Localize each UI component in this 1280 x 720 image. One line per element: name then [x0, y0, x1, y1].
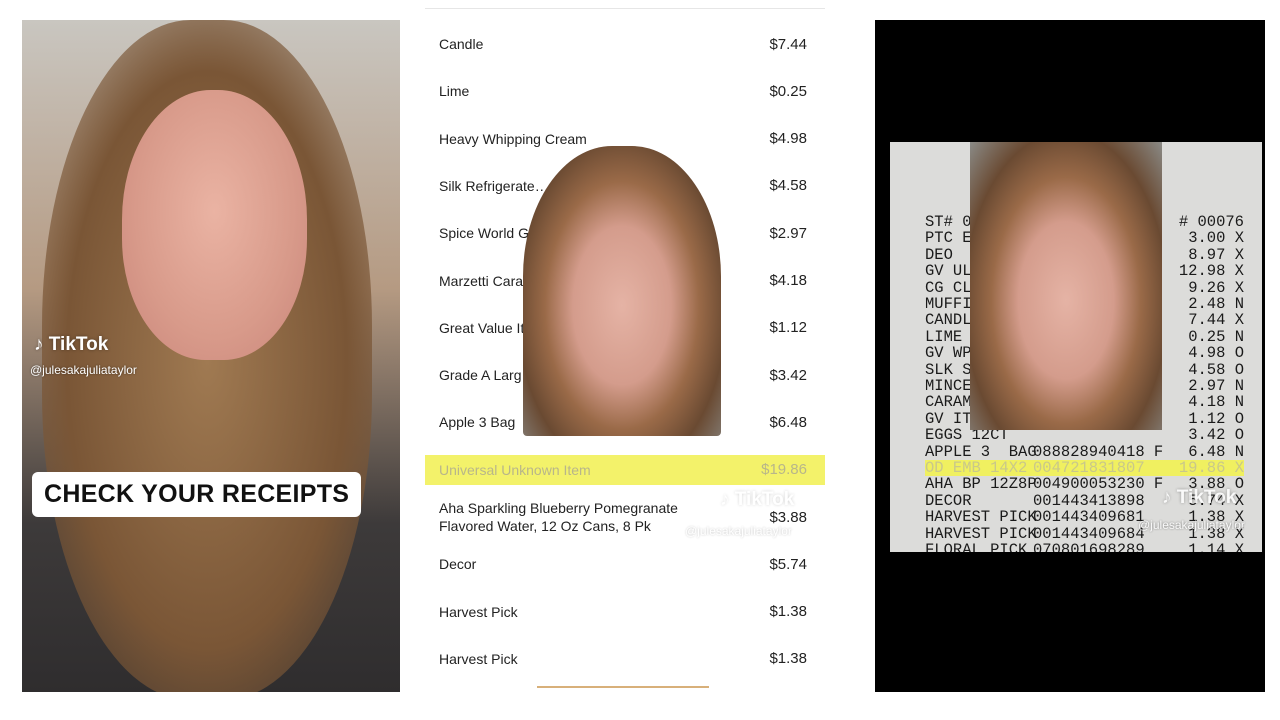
item-price: $0.25: [769, 82, 807, 100]
line-name: GV WP: [925, 344, 972, 363]
face-overlay: [523, 146, 721, 436]
item-price: $1.38: [769, 603, 807, 621]
line-price: 8.97 X: [1188, 245, 1244, 264]
tiktok-logo: ♪ TikTok: [34, 334, 109, 355]
item-price: $5.74: [769, 555, 807, 573]
line-name: DEO: [925, 245, 953, 264]
item-price: $3.88: [769, 508, 807, 526]
divider: [537, 686, 709, 688]
tiktok-logo: ♪ TikTok: [1162, 487, 1237, 508]
tiktok-label: TikTok: [1176, 487, 1237, 508]
paper-receipt: W ED ST# 00# 00076PTC EY3.00 XDEO8.97 XG…: [890, 142, 1262, 552]
username: @julesakajuliataylor: [30, 363, 137, 377]
line-code: 001443409681: [1033, 508, 1145, 527]
line-price: 1.14 X: [1188, 541, 1244, 552]
line-price: 19.86 X: [1178, 459, 1244, 477]
item-name: Aha Sparkling Blueberry Pomegranate Flav…: [439, 500, 678, 534]
receipt-item: Harvest Pick $1.38: [439, 597, 807, 627]
receipt-item: Lime $0.25: [439, 76, 807, 106]
receipt-line: APPLE 3 BAG 088828940418 F 6.48 N: [925, 444, 1244, 460]
line-name: OD EMB 14X2: [925, 459, 1028, 477]
item-name: Candle: [439, 36, 484, 52]
line-price: 9.26 X: [1188, 278, 1244, 297]
item-name: Great Value Ita: [439, 319, 533, 336]
receipt-line: FLORAL PICK 070801698289 1.14 X: [925, 542, 1244, 552]
receipt-item: Harvest Pick $1.38: [439, 644, 807, 674]
face: [122, 90, 307, 360]
line-price: 6.48 N: [1188, 442, 1244, 461]
line-name: SLK S: [925, 360, 972, 379]
item-name: Decor: [439, 556, 477, 573]
line-code: 004900053230 F: [1033, 475, 1164, 494]
line-name: AHA BP 12Z8P: [925, 475, 1037, 494]
line-code: 088828940418 F: [1033, 442, 1164, 461]
line-code: 070801698289: [1033, 541, 1145, 552]
receipt-line: OD EMB 14X2 004721831807 19.86 X: [925, 460, 1244, 476]
receipt-item: Universal Unknown Item $19.86: [425, 454, 825, 485]
line-price: 4.98 O: [1188, 344, 1244, 363]
line-price: # 00076: [1178, 213, 1244, 231]
line-code: 004721831807: [1033, 459, 1145, 477]
receipt-item: Decor $5.74: [439, 549, 807, 579]
receipt-app-list: Candle $7.44 Lime $0.25 Heavy Whipping Cream…: [425, 8, 825, 689]
line-name: HARVEST PICK: [925, 508, 1037, 527]
line-price: 1.12 O: [1188, 409, 1244, 428]
line-price: 7.44 X: [1188, 311, 1244, 330]
line-name: APPLE 3 BAG: [925, 442, 1037, 461]
line-price: 12.98 X: [1178, 262, 1244, 281]
tiktok-label: TikTok: [734, 489, 795, 510]
line-name: FLORAL PICK: [925, 541, 1028, 552]
line-price: 3.42 O: [1188, 426, 1244, 445]
line-price: 4.18 N: [1188, 393, 1244, 412]
item-name: Lime: [439, 83, 470, 100]
item-price: $4.18: [769, 272, 807, 289]
line-code: 001443413898: [1033, 491, 1145, 510]
tiktok-logo: ♪ TikTok: [720, 489, 795, 510]
item-name: Grade A Larg: [439, 367, 522, 384]
line-name: MINCE: [925, 377, 972, 395]
line-price: 3.00 X: [1188, 229, 1244, 248]
item-name: Harvest Pick: [439, 650, 518, 667]
video-frame-left: ♪ TikTok @julesakajuliataylor CHECK YOUR…: [22, 20, 400, 692]
line-code: 001443409684: [1033, 524, 1145, 543]
item-price: $2.97: [769, 224, 807, 242]
item-name: Heavy Whipping Cream: [439, 130, 587, 147]
caption: CHECK YOUR RECEIPTS: [32, 472, 362, 517]
line-price: 0.25 N: [1188, 327, 1244, 346]
tiktok-label: TikTok: [48, 334, 109, 355]
receipt-item: Candle $7.44: [439, 29, 807, 59]
item-price: $6.48: [769, 413, 807, 431]
item-price: $19.86: [761, 461, 807, 479]
line-price: 4.58 O: [1188, 360, 1244, 379]
item-name: Harvest Pick: [439, 603, 518, 620]
line-name: HARVEST PICK: [925, 524, 1037, 543]
username: @julesakajuliataylor: [685, 524, 792, 538]
line-name: DECOR: [925, 491, 972, 510]
item-price: $7.44: [769, 35, 807, 53]
item-price: $4.98: [769, 130, 807, 148]
line-price: 2.48 N: [1188, 295, 1244, 313]
username: @julesakajuliataylor: [1138, 518, 1245, 532]
line-price: 2.97 N: [1188, 377, 1244, 395]
item-name: Universal Unknown Item: [439, 461, 591, 478]
item-price: $3.42: [769, 366, 807, 384]
item-price: $4.58: [769, 177, 807, 195]
item-price: $1.38: [769, 650, 807, 668]
face-overlay: [970, 142, 1162, 430]
item-name: Apple 3 Bag: [439, 414, 516, 431]
item-price: $1.12: [769, 319, 807, 337]
